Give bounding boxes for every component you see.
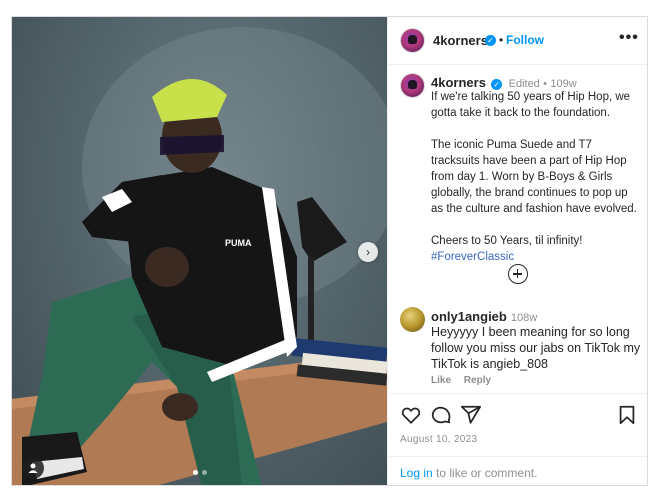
comment-reply-button[interactable]: Reply <box>464 375 491 386</box>
login-prompt: Log in to like or comment. <box>388 456 647 485</box>
bookmark-icon[interactable] <box>616 404 638 426</box>
post-sidebar: 4korners ✓ • Follow ••• 4korners ✓ Edite… <box>387 17 647 485</box>
heart-icon[interactable] <box>400 404 422 426</box>
comment-actions: Like Reply <box>431 375 501 386</box>
login-prompt-text: Log in to like or comment. <box>400 466 537 480</box>
svg-text:PUMA: PUMA <box>225 238 252 248</box>
action-icons <box>400 404 638 428</box>
verified-badge-icon: ✓ <box>485 35 496 46</box>
comment-header: only1angieb 108w <box>431 309 537 324</box>
caption-paragraph-text: Cheers to 50 Years, til infinity! <box>431 235 583 247</box>
more-options-icon[interactable]: ••• <box>619 29 639 47</box>
caption-username[interactable]: 4korners <box>431 75 486 90</box>
comment-text: Heyyyyy I been meaning for so long follo… <box>431 325 641 371</box>
hashtag-link[interactable]: #ForeverClassic <box>431 251 514 263</box>
carousel-indicator <box>193 470 207 475</box>
login-link[interactable]: Log in <box>400 466 433 480</box>
caption-paragraph: If we're talking 50 years of Hip Hop, we… <box>431 91 631 119</box>
post-photo: PUMA <box>12 27 387 485</box>
comment-icon[interactable] <box>430 404 452 426</box>
plus-circle-icon[interactable] <box>508 264 528 284</box>
login-rest-text: to like or comment. <box>432 466 538 480</box>
carousel-next-button[interactable]: › <box>358 242 378 262</box>
instagram-post: PUMA › 4korners ✓ • Follow ••• 4korners … <box>11 16 648 486</box>
carousel-dot <box>193 470 198 475</box>
follow-button[interactable]: Follow <box>506 33 544 47</box>
action-bar: August 10, 2023 Log in to like or commen… <box>388 393 647 485</box>
header-separator: • <box>499 33 504 47</box>
carousel-dot <box>202 470 207 475</box>
author-username[interactable]: 4korners <box>433 33 488 48</box>
caption-paragraph: The iconic Puma Suede and T7 tracksuits … <box>431 139 637 215</box>
comment-like-button[interactable]: Like <box>431 375 451 386</box>
post-media[interactable]: PUMA › <box>12 17 387 485</box>
commenter-username[interactable]: only1angieb <box>431 309 507 324</box>
user-icon <box>28 463 38 473</box>
comment-age: 108w <box>510 312 538 324</box>
tagged-users-button[interactable] <box>22 457 44 479</box>
caption-header: 4korners ✓ Edited • 109w <box>431 75 577 90</box>
author-avatar[interactable] <box>400 28 425 53</box>
post-header: 4korners ✓ • Follow ••• <box>388 17 647 65</box>
commenter-avatar[interactable] <box>400 307 425 332</box>
caption-text: If we're talking 50 years of Hip Hop, we… <box>431 89 641 265</box>
post-date[interactable]: August 10, 2023 <box>400 434 477 445</box>
caption-author-avatar[interactable] <box>400 73 425 98</box>
chevron-right-icon: › <box>366 245 370 259</box>
share-icon[interactable] <box>460 404 482 426</box>
caption-paragraph: Cheers to 50 Years, til infinity! #Foreve… <box>431 233 641 265</box>
